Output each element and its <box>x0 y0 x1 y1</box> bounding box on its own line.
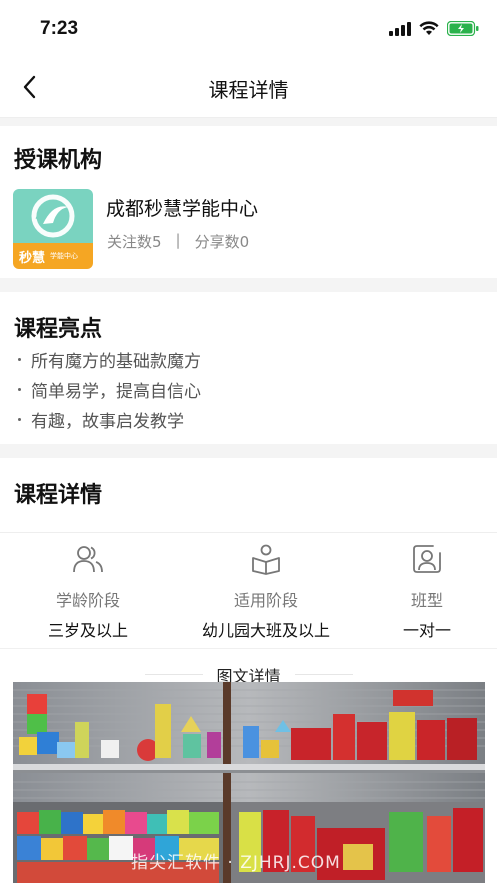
highlights-list: 所有魔方的基础款魔方 简单易学，提高自信心 有趣，故事启发教学 <box>18 344 201 434</box>
status-time: 7:23 <box>40 18 79 39</box>
users-icon <box>73 546 103 573</box>
highlight-text: 所有魔方的基础款魔方 <box>31 351 201 372</box>
bullet-icon <box>18 357 21 361</box>
class-type-column: 班型 一对一 <box>347 543 497 641</box>
details-section-title: 课程详情 <box>14 483 103 508</box>
bullet-icon <box>18 417 21 421</box>
age-stage-value: 三岁及以上 <box>47 621 128 640</box>
logo-top <box>13 189 93 243</box>
section-gap <box>0 278 497 292</box>
signal-icon <box>389 21 411 36</box>
logo-text-sub: 学能中心 <box>50 252 79 260</box>
list-item: 简单易学，提高自信心 <box>18 374 201 404</box>
divider-line <box>295 674 353 675</box>
age-stage-column: 学龄阶段 三岁及以上 <box>8 543 168 641</box>
org-logo[interactable]: 秒慧 学能中心 <box>13 189 93 269</box>
stats-separator: | <box>175 231 181 249</box>
applicable-stage-column: 适用阶段 幼儿园大班及以上 <box>186 543 346 641</box>
class-type-label: 班型 <box>410 591 443 610</box>
wifi-icon <box>419 21 439 35</box>
details-section: 课程详情 学龄阶段 三岁及以上 适用阶段 幼儿园大班及以上 班型 一对一 图文详… <box>0 458 497 686</box>
org-name[interactable]: 成都秒慧学能中心 <box>106 194 258 221</box>
highlight-text: 简单易学，提高自信心 <box>31 381 201 402</box>
applicable-stage-label: 适用阶段 <box>233 591 298 610</box>
org-section-title: 授课机构 <box>14 148 103 173</box>
nav-bar: 课程详情 <box>0 56 497 118</box>
followers-count: 关注数5 <box>107 233 162 251</box>
org-section: 授课机构 秒慧 学能中心 成都秒慧学能中心 关注数5 | 分享数0 <box>0 126 497 278</box>
highlights-section-title: 课程亮点 <box>14 317 103 342</box>
org-stats: 关注数5 | 分享数0 <box>107 231 249 252</box>
applicable-stage-value: 幼儿园大班及以上 <box>201 621 330 640</box>
class-type-value: 一对一 <box>402 621 451 640</box>
divider <box>0 532 497 533</box>
shares-count: 分享数0 <box>194 233 250 251</box>
list-item: 所有魔方的基础款魔方 <box>18 344 201 374</box>
status-bar: 7:23 <box>0 0 497 56</box>
age-stage-label: 学龄阶段 <box>55 591 120 610</box>
divider <box>0 648 497 649</box>
highlights-section: 课程亮点 所有魔方的基础款魔方 简单易学，提高自信心 有趣，故事启发教学 <box>0 292 497 444</box>
person-card-icon <box>413 545 441 573</box>
highlight-text: 有趣，故事启发教学 <box>31 411 184 432</box>
bullet-icon <box>18 387 21 391</box>
book-reader-icon <box>252 544 280 575</box>
logo-text-main: 秒慧 <box>19 250 46 266</box>
section-gap <box>0 118 497 126</box>
watermark: 指尖汇软件 · ZJHRJ.COM <box>131 853 341 873</box>
logo-bottom: 秒慧 学能中心 <box>13 243 93 269</box>
list-item: 有趣，故事启发教学 <box>18 404 201 434</box>
status-icons <box>389 21 479 36</box>
logo-swirl-icon <box>31 194 75 238</box>
course-photo[interactable]: 指尖汇软件 · ZJHRJ.COM <box>13 682 485 883</box>
page-title: 课程详情 <box>208 78 289 102</box>
section-gap <box>0 444 497 458</box>
battery-icon <box>447 21 479 36</box>
